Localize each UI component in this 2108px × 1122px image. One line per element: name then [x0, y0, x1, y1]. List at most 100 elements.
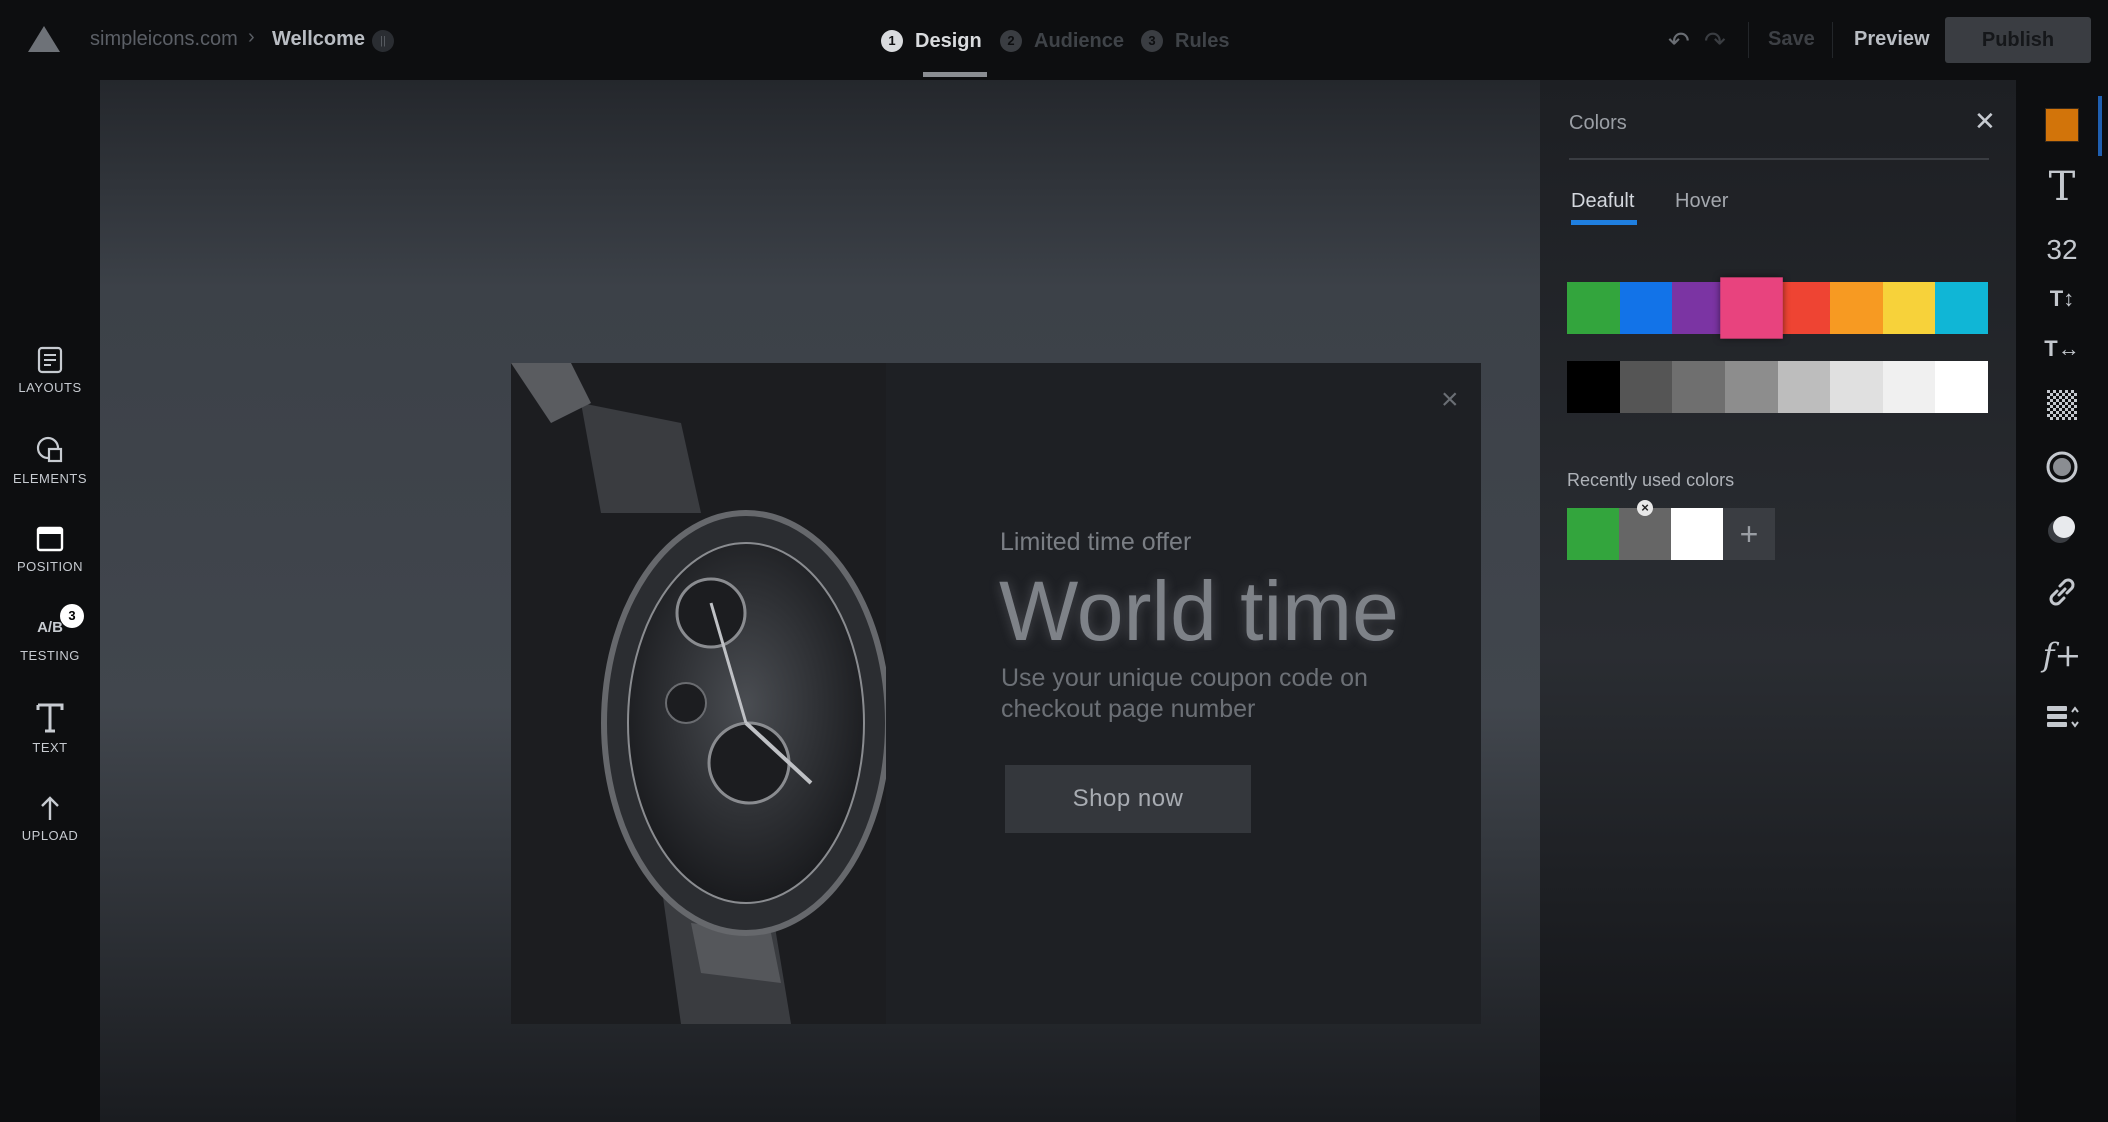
save-button[interactable]: Save	[1768, 28, 1815, 51]
color-swatch[interactable]	[1672, 282, 1725, 334]
pause-icon[interactable]: ||	[372, 30, 394, 52]
scroll-indicator[interactable]	[2098, 96, 2102, 156]
recent-color-swatch[interactable]	[1567, 508, 1619, 560]
tool-layouts[interactable]: LAYOUTS	[0, 346, 100, 395]
tool-letter-spacing[interactable]: T↔	[2016, 336, 2108, 362]
breadcrumb-separator: ›	[248, 26, 255, 48]
color-swatch-icon	[2045, 108, 2079, 142]
breadcrumb-page[interactable]: Wellcome	[272, 28, 365, 51]
right-toolbar: T 32 T↕ T↔ f+	[2016, 80, 2108, 1122]
left-toolbar: LAYOUTS ELEMENTS POSITION A/B 3 TESTING …	[0, 80, 100, 1122]
ab-test-count-badge: 3	[60, 604, 84, 628]
preview-button[interactable]: Preview	[1854, 28, 1930, 51]
popup-subline[interactable]: Use your unique coupon code on checkout …	[1001, 663, 1401, 725]
color-swatch[interactable]	[1830, 361, 1883, 413]
remove-color-icon[interactable]: ×	[1637, 500, 1653, 516]
step-label: Design	[915, 29, 982, 52]
tool-line-height[interactable]: T↕	[2016, 286, 2108, 312]
tool-position[interactable]: POSITION	[0, 525, 100, 574]
add-color-button[interactable]: +	[1723, 508, 1775, 560]
color-swatch[interactable]	[1935, 361, 1988, 413]
text-icon	[36, 703, 64, 733]
layouts-icon	[37, 346, 63, 374]
tool-label: UPLOAD	[21, 828, 79, 843]
step-audience[interactable]: 2 Audience	[1000, 26, 1124, 56]
tool-function[interactable]: f+	[2016, 636, 2108, 674]
color-swatch[interactable]	[1882, 361, 1936, 413]
design-canvas[interactable]: × Limited time offer World time Use your…	[100, 80, 1540, 1122]
color-swatch[interactable]	[1619, 361, 1673, 413]
tool-color[interactable]	[2016, 108, 2108, 142]
step-label: Rules	[1175, 29, 1230, 52]
color-swatch[interactable]	[1830, 282, 1883, 334]
close-icon[interactable]: ✕	[1974, 106, 1996, 137]
font-size-value: 32	[2046, 234, 2078, 265]
color-swatch[interactable]	[1567, 361, 1620, 413]
align-icon	[2047, 706, 2079, 728]
color-swatch[interactable]	[1672, 361, 1725, 413]
elements-icon	[36, 436, 63, 463]
transparency-icon	[2047, 390, 2077, 420]
divider	[1832, 22, 1833, 58]
popup-offer-text[interactable]: Limited time offer	[1000, 528, 1191, 557]
tool-glow[interactable]	[2016, 512, 2108, 546]
tool-font[interactable]: T	[2016, 164, 2108, 210]
recent-colors-title: Recently used colors	[1567, 470, 1735, 490]
top-bar: simpleicons.com › Wellcome || 1 Design 2…	[0, 0, 2108, 80]
tool-label: POSITION	[16, 559, 84, 574]
color-swatch[interactable]	[1935, 282, 1988, 334]
step-rules[interactable]: 3 Rules	[1141, 26, 1229, 56]
color-swatch[interactable]	[1619, 282, 1673, 334]
logo-icon[interactable]	[26, 24, 62, 54]
color-swatch[interactable]	[1777, 361, 1831, 413]
popup-close-icon[interactable]: ×	[1441, 385, 1459, 415]
tool-label: TESTING	[20, 648, 80, 663]
letter-spacing-icon: T↔	[2044, 336, 2080, 361]
tab-hover[interactable]: Hover	[1675, 190, 1728, 213]
tool-label: ELEMENTS	[12, 471, 88, 486]
tool-ab-testing[interactable]: A/B 3 TESTING	[0, 604, 100, 663]
recent-colors-row: × +	[1567, 500, 1775, 560]
shop-now-button[interactable]: Shop now	[1005, 765, 1251, 833]
font-icon: T	[2048, 164, 2076, 210]
tool-link[interactable]	[2016, 574, 2108, 610]
step-number: 3	[1141, 30, 1163, 52]
color-swatch[interactable]	[1724, 361, 1778, 413]
color-swatch[interactable]	[1777, 282, 1831, 334]
shadow-icon	[2046, 451, 2078, 483]
tool-font-size[interactable]: 32	[2016, 234, 2108, 266]
color-swatch[interactable]	[1567, 282, 1620, 334]
upload-icon	[41, 796, 59, 820]
tool-transparency[interactable]	[2016, 390, 2108, 420]
tool-text[interactable]: TEXT	[0, 702, 100, 755]
tool-elements[interactable]: ELEMENTS	[0, 435, 100, 486]
tool-shadow[interactable]	[2016, 450, 2108, 484]
color-swatch[interactable]	[1882, 282, 1936, 334]
glow-icon	[2048, 516, 2075, 543]
tab-default[interactable]: Deafult	[1571, 190, 1634, 213]
panel-title: Colors	[1569, 112, 1627, 134]
divider	[1748, 22, 1749, 58]
tool-align[interactable]	[2016, 704, 2108, 730]
undo-icon[interactable]: ↶	[1668, 26, 1690, 57]
function-icon: f+	[2042, 636, 2082, 674]
palette-row-bright	[1567, 277, 1988, 339]
breadcrumb-site[interactable]: simpleicons.com	[90, 28, 238, 51]
recent-color-swatch[interactable]	[1671, 508, 1723, 560]
popup-preview[interactable]: × Limited time offer World time Use your…	[511, 363, 1481, 1024]
tool-label: LAYOUTS	[18, 380, 82, 395]
tool-upload[interactable]: UPLOAD	[0, 794, 100, 843]
publish-button[interactable]: Publish	[1945, 17, 2091, 63]
active-step-indicator	[923, 72, 987, 77]
position-icon	[36, 526, 64, 552]
active-tab-indicator	[1571, 220, 1637, 225]
divider	[1569, 158, 1989, 160]
popup-headline[interactable]: World time	[999, 563, 1399, 660]
step-number: 2	[1000, 30, 1022, 52]
step-design[interactable]: 1 Design	[881, 26, 982, 56]
redo-icon[interactable]: ↷	[1704, 26, 1726, 57]
palette-row-grayscale	[1567, 361, 1988, 413]
color-swatch[interactable]	[1720, 277, 1783, 339]
link-icon	[2049, 578, 2075, 606]
step-number: 1	[881, 30, 903, 52]
